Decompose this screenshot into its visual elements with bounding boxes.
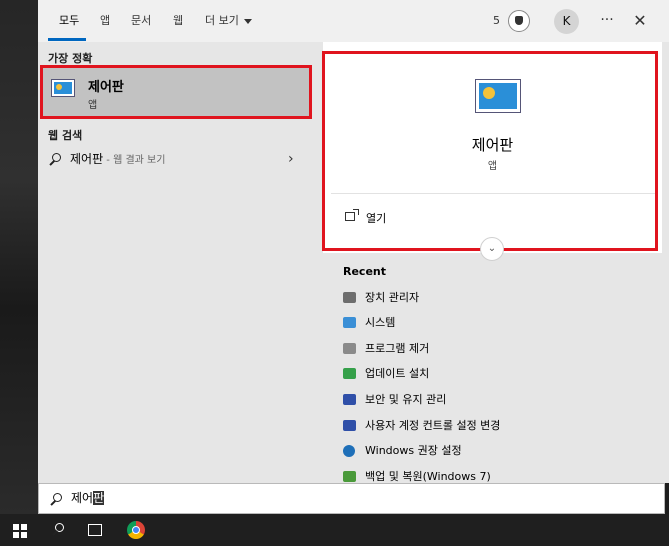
search-glass-icon bbox=[55, 523, 64, 532]
flag-icon bbox=[343, 394, 356, 405]
search-icon bbox=[53, 493, 62, 502]
caret-down-icon bbox=[243, 18, 252, 24]
highlight-box-best-match bbox=[40, 65, 312, 119]
recent-item-label: 프로그램 제거 bbox=[365, 342, 430, 355]
chevron-right-icon: › bbox=[288, 151, 294, 167]
recent-item[interactable]: Windows 권장 설정 bbox=[343, 441, 663, 461]
windows-start-icon[interactable] bbox=[13, 524, 27, 538]
task-view-icon[interactable] bbox=[88, 524, 102, 536]
update-icon bbox=[343, 368, 356, 379]
rewards-medal-icon[interactable] bbox=[508, 10, 530, 32]
recent-item-label: 시스템 bbox=[365, 316, 396, 329]
search-icon bbox=[52, 153, 61, 162]
tab-apps[interactable]: 앱 bbox=[100, 0, 110, 42]
more-options-button[interactable]: ··· bbox=[595, 9, 619, 33]
recent-item-label: 보안 및 유지 관리 bbox=[365, 393, 447, 406]
search-composing-char: 판 bbox=[93, 491, 105, 505]
results-list: 가장 정확 제어판 앱 웹 검색 제어판 - 웹 결과 보기 › bbox=[38, 42, 315, 483]
preview-pane: 제어판 앱 열기 ⌄ Recent 장치 관리자 시스템 프로그램 제거 업데이… bbox=[315, 42, 669, 483]
tab-all[interactable]: 모두 bbox=[59, 0, 79, 42]
taskbar bbox=[0, 514, 669, 546]
search-panel: 모두 앱 문서 웹 더 보기 5 K ··· ✕ 가장 정확 제어판 앱 웹 검… bbox=[38, 0, 669, 483]
uac-flag-icon bbox=[343, 420, 356, 431]
recent-item[interactable]: 프로그램 제거 bbox=[343, 339, 663, 359]
recent-heading: Recent bbox=[343, 265, 387, 278]
recent-item-label: 장치 관리자 bbox=[365, 291, 420, 304]
highlight-box-detail bbox=[322, 51, 658, 251]
recent-item[interactable]: 보안 및 유지 관리 bbox=[343, 390, 663, 410]
close-button[interactable]: ✕ bbox=[628, 9, 652, 33]
recent-item-label: Windows 권장 설정 bbox=[365, 444, 462, 457]
web-search-hint: - 웹 결과 보기 bbox=[103, 155, 166, 166]
globe-icon bbox=[343, 445, 355, 457]
system-icon bbox=[343, 317, 356, 328]
taskbar-search-icon[interactable] bbox=[50, 521, 68, 539]
tab-web[interactable]: 웹 bbox=[173, 0, 183, 42]
device-manager-icon bbox=[343, 292, 356, 303]
tab-documents[interactable]: 문서 bbox=[131, 0, 151, 42]
recent-item[interactable]: 업데이트 설치 bbox=[343, 364, 663, 384]
search-input[interactable]: 제어판 bbox=[38, 483, 665, 514]
backup-icon bbox=[343, 471, 356, 482]
recent-item[interactable]: 시스템 bbox=[343, 313, 663, 333]
avatar[interactable]: K bbox=[554, 9, 579, 34]
programs-icon bbox=[343, 343, 356, 354]
tab-more[interactable]: 더 보기 bbox=[205, 0, 252, 42]
desktop-background bbox=[0, 0, 38, 514]
filter-tabs-bar: 모두 앱 문서 웹 더 보기 5 K ··· ✕ bbox=[38, 0, 669, 42]
recent-item[interactable]: 사용자 계정 컨트롤 설정 변경 bbox=[343, 416, 663, 436]
web-search-query: 제어판 bbox=[70, 152, 104, 166]
best-match-heading: 가장 정확 bbox=[48, 52, 93, 65]
rewards-points: 5 bbox=[493, 14, 500, 27]
chrome-icon[interactable] bbox=[127, 521, 145, 539]
active-tab-indicator bbox=[48, 38, 86, 41]
search-typed-text: 제어 bbox=[71, 491, 94, 505]
web-search-heading: 웹 검색 bbox=[48, 129, 83, 142]
tab-more-label: 더 보기 bbox=[205, 14, 239, 27]
web-search-item[interactable]: 제어판 - 웹 결과 보기 › bbox=[38, 149, 315, 171]
recent-item-label: 업데이트 설치 bbox=[365, 367, 430, 380]
recent-item-label: 사용자 계정 컨트롤 설정 변경 bbox=[365, 419, 501, 432]
recent-item[interactable]: 장치 관리자 bbox=[343, 288, 663, 308]
expand-chevron-button[interactable]: ⌄ bbox=[480, 237, 504, 261]
